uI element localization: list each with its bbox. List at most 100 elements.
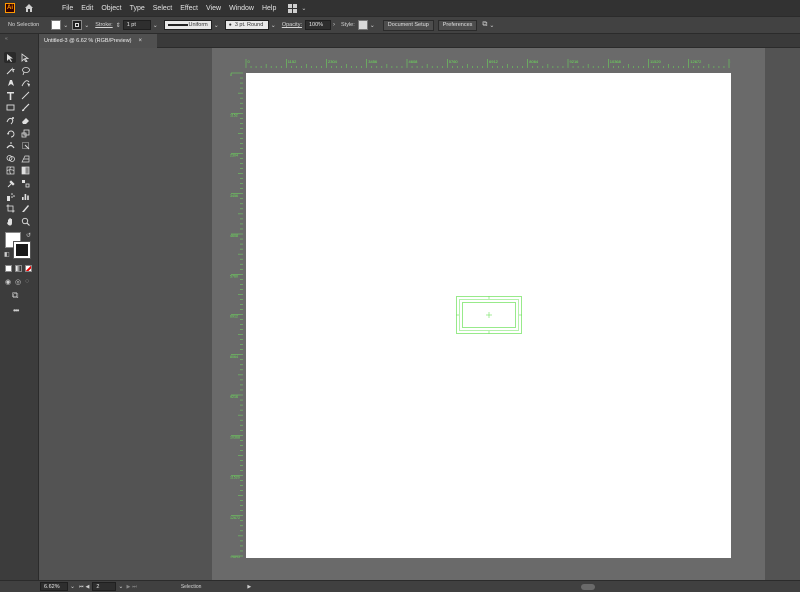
- artboard-dropdown-icon[interactable]: ⌄: [118, 583, 123, 590]
- profile-dropdown-icon[interactable]: ⌄: [214, 22, 219, 29]
- style-swatch[interactable]: [357, 20, 368, 30]
- menu-window[interactable]: Window: [229, 5, 254, 12]
- horizontal-scrollbar-thumb[interactable]: [581, 583, 596, 590]
- stroke-dropdown-icon[interactable]: ⌄: [84, 22, 89, 29]
- first-artboard-icon[interactable]: ⏮: [79, 584, 84, 590]
- stroke-swatch[interactable]: [72, 20, 83, 30]
- symbol-sprayer-icon[interactable]: [4, 191, 16, 202]
- width-icon[interactable]: [4, 140, 16, 151]
- zoom-field[interactable]: 6.62%: [40, 582, 68, 591]
- gradient-mode-icon[interactable]: [15, 265, 22, 272]
- menu-edit[interactable]: Edit: [81, 5, 93, 12]
- menu-effect[interactable]: Effect: [180, 5, 198, 12]
- screen-mode-icon[interactable]: ⧉: [12, 290, 18, 301]
- chevron-down-icon: ⌄: [301, 5, 307, 12]
- menu-type[interactable]: Type: [130, 5, 145, 12]
- shape-builder-icon[interactable]: [4, 153, 16, 164]
- menu-object[interactable]: Object: [101, 5, 121, 12]
- eyedropper-icon[interactable]: [4, 178, 16, 189]
- current-tool-label: Selection: [180, 583, 202, 590]
- none-mode-icon[interactable]: [25, 265, 32, 272]
- close-icon[interactable]: ×: [139, 38, 143, 44]
- rectangle-icon[interactable]: [4, 102, 16, 113]
- ruler-label: 5760: [230, 274, 238, 278]
- artboard-field[interactable]: 2: [92, 582, 117, 591]
- stroke-weight-dropdown-icon[interactable]: ⌄: [153, 22, 158, 29]
- ruler-label: 8064: [529, 59, 539, 64]
- artboard-icon[interactable]: [4, 203, 16, 214]
- grid-icon: [288, 3, 298, 13]
- draw-normal-icon[interactable]: ◉: [5, 278, 11, 286]
- free-transform-icon[interactable]: [19, 140, 31, 151]
- hand-icon[interactable]: [4, 216, 16, 227]
- direct-selection-icon[interactable]: [19, 52, 31, 63]
- brush-definition[interactable]: ● 3 pt. Round: [224, 20, 269, 30]
- zoom-icon[interactable]: [19, 216, 31, 227]
- lasso-icon[interactable]: [19, 65, 31, 76]
- selection-icon[interactable]: [4, 52, 16, 63]
- blend-icon[interactable]: [19, 178, 31, 189]
- opacity-label[interactable]: Opacity:: [282, 22, 302, 28]
- perspective-grid-icon[interactable]: [19, 153, 31, 164]
- brush-dropdown-icon[interactable]: ⌄: [271, 22, 276, 29]
- swap-colors-icon[interactable]: ↺: [26, 232, 31, 239]
- shaper-icon[interactable]: [4, 115, 16, 126]
- document-tab[interactable]: Untitled-3 @ 6.62 % (RGB/Preview) ×: [39, 34, 157, 48]
- rotate-icon[interactable]: [4, 128, 16, 139]
- stroke-stepper-icon[interactable]: ⇕: [116, 22, 121, 29]
- stroke-label[interactable]: Stroke:: [95, 22, 112, 28]
- brush-value: 3 pt. Round: [234, 22, 264, 28]
- arrange-icon: ⧉: [482, 21, 488, 28]
- scale-icon[interactable]: [19, 128, 31, 139]
- edit-toolbar-icon[interactable]: •••: [13, 306, 19, 315]
- mesh-icon[interactable]: [4, 165, 16, 176]
- arrange-documents-button[interactable]: ⧉ ⌄: [482, 21, 494, 29]
- opacity-arrow-icon[interactable]: ›: [333, 22, 335, 28]
- arrange-dropdown-icon: ⌄: [489, 22, 495, 29]
- status-bar: 6.62% ⌄ ⏮ ◀ 2 ⌄ ▶ ⏭ Selection ▶: [0, 580, 800, 592]
- gradient-icon[interactable]: [19, 165, 31, 176]
- ruler-label: 8064: [230, 355, 238, 359]
- menu-file[interactable]: File: [62, 5, 73, 12]
- menu-select[interactable]: Select: [153, 5, 172, 12]
- pen-icon[interactable]: [4, 77, 16, 88]
- status-arrow-icon[interactable]: ▶: [247, 584, 251, 590]
- stroke-color-box[interactable]: [13, 241, 31, 259]
- variable-width-profile[interactable]: Uniform: [163, 20, 212, 30]
- curvature-icon[interactable]: [19, 77, 31, 88]
- menu-view[interactable]: View: [206, 5, 221, 12]
- ruler-label: 5760: [449, 59, 459, 64]
- artboard[interactable]: [246, 73, 731, 558]
- style-dropdown-icon[interactable]: ⌄: [370, 22, 375, 29]
- line-icon[interactable]: [19, 90, 31, 101]
- type-icon[interactable]: [4, 90, 16, 101]
- workspace-switcher[interactable]: ⌄: [288, 3, 307, 13]
- column-graph-icon[interactable]: [19, 191, 31, 202]
- last-artboard-icon[interactable]: ⏭: [132, 584, 137, 590]
- zoom-dropdown-icon[interactable]: ⌄: [70, 583, 75, 590]
- vertical-ruler: 0 1152 2304 3456 4608 5760 6912 8064 9216 10368 11…: [230, 72, 243, 558]
- fill-swatch[interactable]: [51, 20, 62, 30]
- opacity-field[interactable]: 100%: [305, 20, 331, 30]
- stroke-weight-value: 1 pt: [126, 22, 136, 28]
- preferences-button[interactable]: Preferences: [437, 19, 478, 31]
- color-mode-icon[interactable]: [5, 265, 12, 272]
- eraser-icon[interactable]: [19, 115, 31, 126]
- fill-dropdown-icon[interactable]: ⌄: [63, 22, 68, 29]
- default-colors-icon[interactable]: ◧: [4, 251, 10, 258]
- paintbrush-icon[interactable]: [19, 102, 31, 113]
- next-artboard-icon[interactable]: ▶: [126, 584, 130, 590]
- magic-wand-icon[interactable]: [4, 65, 16, 76]
- home-icon[interactable]: [23, 3, 34, 14]
- opacity-value: 100%: [309, 22, 324, 28]
- slice-icon[interactable]: [19, 203, 31, 214]
- document-setup-button[interactable]: Document Setup: [382, 19, 434, 31]
- document-setup-label: Document Setup: [387, 22, 429, 28]
- panel-collapse-icon[interactable]: «: [5, 36, 8, 42]
- artboard-value: 2: [96, 583, 100, 590]
- stroke-weight-field[interactable]: 1 pt: [122, 20, 151, 30]
- menu-help[interactable]: Help: [262, 5, 276, 12]
- draw-behind-icon[interactable]: ◎: [15, 278, 21, 286]
- previous-artboard-icon[interactable]: ◀: [86, 584, 90, 590]
- draw-inside-icon[interactable]: ○: [25, 278, 29, 285]
